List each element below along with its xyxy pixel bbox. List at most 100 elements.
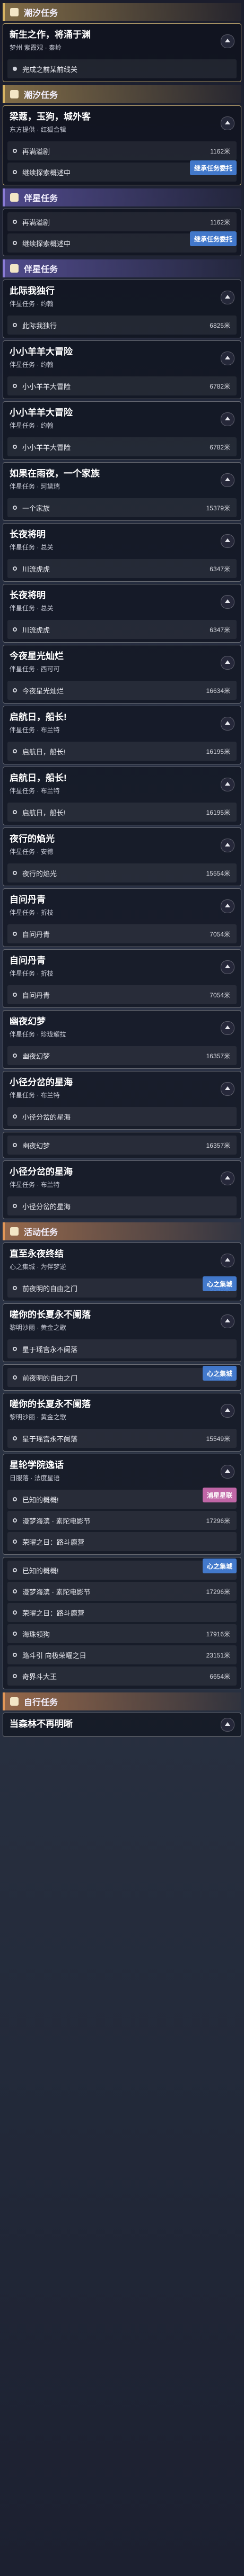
quest-card-header[interactable]: 如果在雨夜，一个家族 伴星任务 · 珂黛瑞 [3,463,241,496]
expand-toggle-icon[interactable] [221,351,234,365]
quest-objective[interactable]: 一个家族 15379米 [7,498,237,517]
quest-objective[interactable]: 启航日，船长! 16195米 [7,742,237,761]
expand-toggle-icon[interactable] [221,899,234,913]
quest-objective[interactable]: 已知的概概! 心之集城 [7,1559,237,1580]
expand-toggle-icon[interactable] [221,1253,234,1267]
expand-toggle-icon[interactable] [221,116,234,130]
quest-card[interactable]: 启航日，船长! 伴星任务 · 布兰特启航日，船长! 16195米 [3,706,241,764]
expand-toggle-icon[interactable] [221,1464,234,1479]
expand-toggle-icon[interactable] [221,412,234,426]
quest-objective[interactable]: 自问丹青 7054米 [7,924,237,943]
quest-card[interactable]: 小小羊羊大冒险 伴星任务 · 约翰小小羊羊大冒险 6782米 [3,340,241,399]
quest-card[interactable]: 幽夜幻梦 16357米 [3,1132,241,1158]
quest-card-header[interactable]: 夜行的焰光 伴星任务 · 安德 [3,828,241,861]
quest-card[interactable]: 今夜星光灿烂 伴星任务 · 西可可今夜星光灿烂 16634米 [3,645,241,704]
quest-card[interactable]: 星轮学院逸话 日服落 · 法度星语 已知的概概! 浦星星联 漫梦海滨 · 素陀电影节 17… [3,1454,241,1555]
section-header[interactable]: 潮汐任务 [3,3,241,21]
quest-objective[interactable]: 此际我独行 6825米 [7,316,237,335]
quest-card-header[interactable]: 幽夜幻梦 伴星任务 · 珍珑耀拉 [3,1011,241,1044]
quest-card[interactable]: 当森林不再明晰 [3,1713,241,1737]
quest-card-header[interactable]: 小小羊羊大冒险 伴星任务 · 约翰 [3,341,241,374]
quest-card[interactable]: 启航日，船长! 伴星任务 · 布兰特启航日，船长! 16195米 [3,767,241,825]
quest-objective[interactable]: 星于瑶宫永不阑落 [7,1339,237,1358]
quest-card-header[interactable]: 小径分岔的星海 伴星任务 · 布兰特 [3,1161,241,1194]
quest-objective[interactable]: 已知的概概! 浦星星联 [7,1488,237,1509]
quest-card[interactable]: 前夜明的自由之门5349米心之集城 [3,1364,241,1391]
quest-objective[interactable]: 星于瑶宫永不阑落 15549米 [7,1429,237,1448]
quest-card-header[interactable]: 小小羊羊大冒险 伴星任务 · 约翰 [3,402,241,435]
quest-objective[interactable]: 自问丹青 7054米 [7,985,237,1004]
quest-card[interactable]: 已知的概概! 心之集城 漫梦海滨 · 素陀电影节 17296米 荣曜之日：路斗鹿营 海珠领… [3,1557,241,1689]
quest-objective[interactable]: 幽夜幻梦 16357米 [7,1046,237,1065]
expand-toggle-icon[interactable] [221,595,234,609]
quest-card-header[interactable]: 直至永夜终结 心之集城 · 为伴梦逆 [3,1243,241,1276]
quest-card[interactable]: 新生之作，将涌于渊 梦州 紫霞观 · 秦岭完成之前某前线关 [3,23,241,82]
quest-objective[interactable]: 幽夜幻梦 16357米 [7,1136,237,1155]
quest-objective[interactable]: 路斗引 向极荣曜之日 23151米 [7,1645,237,1664]
expand-toggle-icon[interactable] [221,838,234,852]
quest-card-header[interactable]: 启航日，船长! 伴星任务 · 布兰特 [3,767,241,800]
quest-card-header[interactable]: 星轮学院逸话 日服落 · 法度星语 [3,1454,241,1488]
section-header[interactable]: 自行任务 [3,1692,241,1710]
quest-card[interactable]: 嗟你的长夏永不阑落 黎明沙丽 · 黄金之歌星于瑶宫永不阑落 [3,1303,241,1362]
quest-objective[interactable]: 夜行的焰光 15554米 [7,863,237,882]
expand-toggle-icon[interactable] [221,1403,234,1418]
expand-toggle-icon[interactable] [221,716,234,731]
expand-toggle-icon[interactable] [221,655,234,670]
section-header[interactable]: 潮汐任务 [3,85,241,103]
quest-objective[interactable]: 再满溢剧 1162米 [7,141,237,160]
quest-card-header[interactable]: 长夜将明 伴星任务 · 总关 [3,524,241,557]
quest-objective[interactable]: 小径分岔的星海 [7,1196,237,1215]
quest-card[interactable]: 嗟你的长夏永不阑落 黎明沙丽 · 黄金之歌星于瑶宫永不阑落 15549米 [3,1393,241,1452]
quest-card-header[interactable]: 启航日，船长! 伴星任务 · 布兰特 [3,706,241,740]
expand-toggle-icon[interactable] [221,960,234,974]
quest-card-header[interactable]: 新生之作，将涌于渊 梦州 紫霞观 · 秦岭 [3,24,241,57]
quest-objective[interactable]: 今夜星光灿烂 16634米 [7,681,237,700]
expand-toggle-icon[interactable] [221,34,234,48]
quest-objective[interactable]: 漫梦海滨 · 素陀电影节 17296米 [7,1582,237,1601]
quest-card[interactable]: 长夜将明 伴星任务 · 总关川流虎虎 6347米 [3,523,241,582]
quest-objective[interactable]: 漫梦海滨 · 素陀电影节 17296米 [7,1511,237,1530]
quest-objective[interactable]: 奇界斗大王 6654米 [7,1667,237,1686]
quest-card[interactable]: 自问丹青 伴星任务 · 折枝 自问丹青 7054米 [3,949,241,1008]
section-header[interactable]: 伴星任务 [3,259,241,277]
expand-toggle-icon[interactable] [221,473,234,487]
quest-card[interactable]: 此际我独行 伴星任务 · 约翰此际我独行 6825米 [3,280,241,338]
quest-card[interactable]: 长夜将明 伴星任务 · 总关 川流虎虎 6347米 [3,584,241,643]
quest-card[interactable]: 幽夜幻梦 伴星任务 · 珍珑耀拉幽夜幻梦 16357米 [3,1010,241,1069]
expand-toggle-icon[interactable] [221,1718,234,1732]
expand-toggle-icon[interactable] [221,1082,234,1096]
quest-objective[interactable]: 海珠领狗 17916米 [7,1624,237,1643]
quest-objective[interactable]: 再满溢剧 1162米 [7,212,237,231]
quest-objective[interactable]: 完成之前某前线关 [7,59,237,78]
quest-card[interactable]: 夜行的焰光 伴星任务 · 安德夜行的焰光 15554米 [3,827,241,886]
expand-toggle-icon[interactable] [221,290,234,304]
expand-toggle-icon[interactable] [221,534,234,548]
quest-objective[interactable]: 小小羊羊大冒险 6782米 [7,376,237,395]
quest-card-header[interactable]: 嗟你的长夏永不阑落 黎明沙丽 · 黄金之歌 [3,1393,241,1427]
quest-card[interactable]: 小径分岔的星海 伴星任务 · 布兰特小径分岔的星海 [3,1160,241,1219]
quest-card[interactable]: 小小羊羊大冒险 伴星任务 · 约翰 小小羊羊大冒险 6782米 [3,401,241,460]
quest-card-header[interactable]: 此际我独行 伴星任务 · 约翰 [3,280,241,313]
quest-objective[interactable]: 继续探索概述中 继承任务委托 [7,231,237,253]
quest-card[interactable]: 直至永夜终结心之集城 · 为伴梦逆前夜明的自由之门5349米心之集城 [3,1242,241,1301]
quest-card-header[interactable]: 今夜星光灿烂 伴星任务 · 西可可 [3,645,241,679]
quest-objective[interactable]: 继续探索概述中 继承任务委托 [7,160,237,182]
quest-card[interactable]: 梁蔻，玉狗，城外客 东方提供 · 红狐合辑再满溢剧 1162米 继续探索概述中 继承任务… [3,105,241,185]
quest-card-header[interactable]: 自问丹青 伴星任务 · 折枝 [3,889,241,922]
expand-toggle-icon[interactable] [221,1171,234,1185]
quest-objective[interactable]: 川流虎虎 6347米 [7,620,237,639]
quest-card-header[interactable]: 当森林不再明晰 [3,1713,241,1735]
quest-objective[interactable]: 启航日，船长! 16195米 [7,803,237,822]
quest-objective[interactable]: 川流虎虎 6347米 [7,559,237,578]
quest-card[interactable]: 自问丹青 伴星任务 · 折枝自问丹青 7054米 [3,888,241,947]
quest-card[interactable]: 再满溢剧 1162米 继续探索概述中 继承任务委托 [3,209,241,256]
quest-card[interactable]: 如果在雨夜，一个家族 伴星任务 · 珂黛瑞一个家族 15379米 [3,462,241,521]
quest-card-header[interactable]: 梁蔻，玉狗，城外客 东方提供 · 红狐合辑 [3,106,241,139]
quest-objective[interactable]: 前夜明的自由之门5349米心之集城 [7,1366,237,1387]
section-header[interactable]: 活动任务 [3,1222,241,1240]
quest-card-header[interactable]: 嗟你的长夏永不阑落 黎明沙丽 · 黄金之歌 [3,1304,241,1337]
quest-card-header[interactable]: 小径分岔的星海 伴星任务 · 布兰特 [3,1071,241,1105]
expand-toggle-icon[interactable] [221,777,234,791]
quest-objective[interactable]: 荣曜之日：路斗鹿营 [7,1532,237,1551]
